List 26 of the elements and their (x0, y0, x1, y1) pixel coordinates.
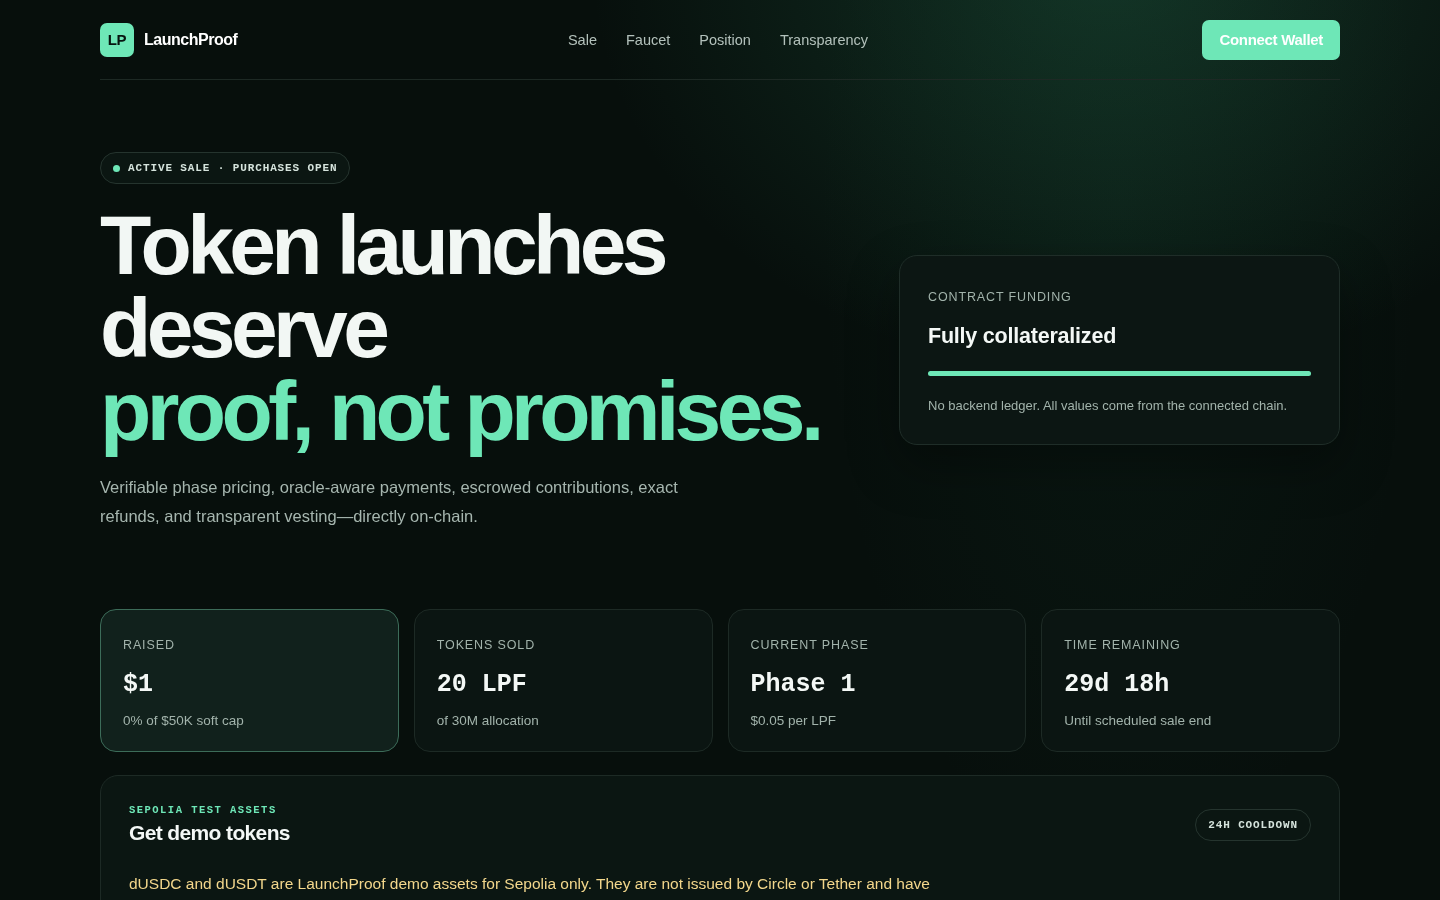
hero-subtitle: Verifiable phase pricing, oracle-aware payments, escrowed contributions, exact refunds, and transparent vesting—directly on-chain. (100, 477, 679, 527)
stat-detail: of 30M allocation (436, 712, 540, 730)
stat-label: CURRENT PHASE (750, 637, 870, 653)
nav-link[interactable]: Position (699, 31, 751, 48)
card-label: CONTRACT FUNDING (928, 288, 1073, 305)
nav-link[interactable]: Transparency (779, 31, 869, 48)
brand-name[interactable]: LaunchProof (144, 30, 238, 49)
stat-label: TOKENS SOLD (436, 637, 537, 653)
stat-detail: 0% of $50K soft cap (123, 712, 245, 730)
stat-value: 29d 18h (1064, 670, 1171, 700)
funding-note: No backend ledger. All values come from the connected chain. (928, 396, 1289, 415)
stat-value: Phase 1 (750, 670, 857, 700)
section-title: Get demo tokens (129, 820, 290, 846)
status-text: ACTIVE SALE · PURCHASES OPEN (128, 162, 338, 174)
stat-detail: $0.05 per LPF (750, 712, 838, 730)
nav-link[interactable]: Sale (567, 31, 597, 48)
nav-link[interactable]: Faucet (626, 31, 671, 48)
stat-label: TIME REMAINING (1064, 637, 1182, 653)
section-eyebrow: SEPOLIA TEST ASSETS (129, 803, 278, 817)
funding-status: Fully collateralized (928, 322, 1118, 350)
logo-tile[interactable]: LP (100, 22, 134, 57)
stat-value: $1 (123, 670, 154, 700)
stat-detail: Until scheduled sale end (1064, 712, 1213, 730)
demo-notice: dUSDC and dUSDT are LaunchProof demo assets for Sepolia only. They are not issued by Circle or Tether and have (129, 874, 931, 894)
stat-label: RAISED (123, 637, 176, 653)
stat-value: 20 LPF (436, 670, 528, 700)
